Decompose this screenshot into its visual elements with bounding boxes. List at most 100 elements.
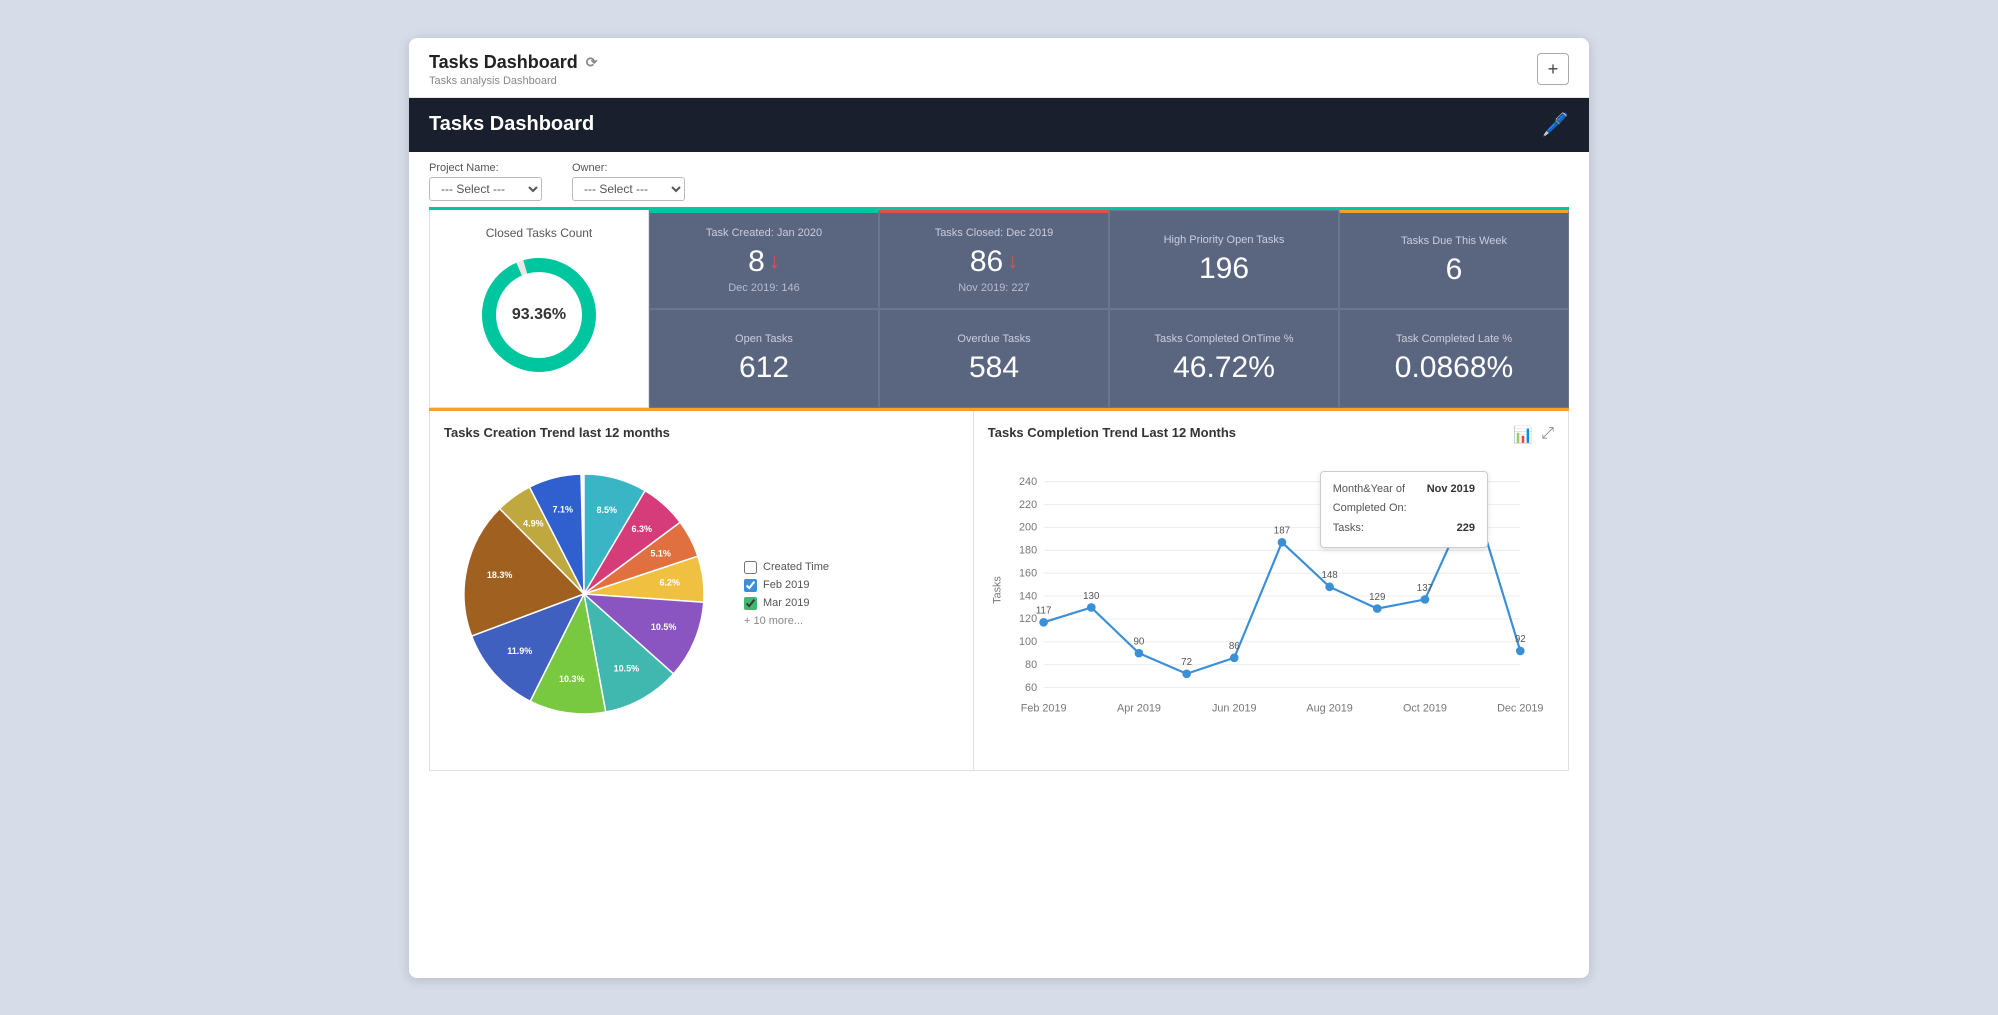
legend-checkbox-2[interactable] [744,597,757,610]
donut-title: Closed Tasks Count [486,226,593,240]
pie-chart-title: Tasks Creation Trend last 12 months [444,425,959,440]
y-label-200: 200 [1019,521,1037,533]
x-label-2: Jun 2019 [1212,702,1257,714]
pie-chart-area: 8.5%6.3%5.1%6.2%10.5%10.5%10.3%11.9%18.3… [444,454,959,734]
tooltip-month-val: Nov 2019 [1427,480,1475,520]
pie-label-9: 4.9% [523,518,544,528]
tooltip-row-1: Month&Year ofCompleted On: Nov 2019 [1333,480,1475,520]
y-label-100: 100 [1019,636,1037,648]
data-dot-2[interactable] [1134,648,1143,657]
data-dot-5[interactable] [1277,537,1286,546]
legend-label-2: Mar 2019 [763,597,809,609]
pie-legend: Created Time Feb 2019 Mar 2019 + 10 more... [744,561,829,627]
header-bar: Tasks Dashboard ⟳ Tasks analysis Dashboa… [409,38,1589,98]
page-subtitle: Tasks analysis Dashboard [429,75,597,87]
kpi-label-3: Tasks Due This Week [1401,235,1507,247]
kpi-card-1: Tasks Closed: Dec 201986↓Nov 2019: 227 [879,210,1109,309]
x-label-5: Dec 2019 [1497,702,1543,714]
top-stats: Closed Tasks Count 93.36% Task Created: … [429,207,1569,408]
pie-label-3: 6.2% [659,577,680,587]
tooltip-tasks-val: 229 [1457,519,1475,539]
kpi-label-4: Open Tasks [735,333,793,345]
project-filter: Project Name: --- Select --- [429,162,542,201]
pie-label-5: 10.5% [614,663,640,673]
kpi-card-2: High Priority Open Tasks 196 [1109,210,1339,309]
x-label-3: Aug 2019 [1306,702,1352,714]
y-label-240: 240 [1019,475,1037,487]
y-label-120: 120 [1019,613,1037,625]
legend-label-1: Feb 2019 [763,579,809,591]
pie-label-6: 10.3% [559,673,585,683]
data-label-7: 129 [1369,591,1385,602]
y-axis-title: Tasks [991,575,1003,603]
legend-checkbox-0[interactable] [744,561,757,574]
filters-row: Project Name: --- Select --- Owner: --- … [409,152,1589,207]
x-label-1: Apr 2019 [1117,702,1161,714]
banner-title: Tasks Dashboard [429,113,594,136]
y-label-80: 80 [1025,658,1037,670]
legend-checkbox-1[interactable] [744,579,757,592]
data-label-10: 92 [1515,634,1526,645]
down-arrow-1: ↓ [1007,249,1018,273]
donut-card: Closed Tasks Count 93.36% [429,210,649,408]
data-dot-3[interactable] [1182,669,1191,678]
expand-icon[interactable]: ⤢ [1541,425,1554,445]
pie-label-2: 5.1% [650,548,671,558]
kpi-value-1: 86↓ [970,245,1018,278]
data-dot-1[interactable] [1087,603,1096,612]
project-name-label: Project Name: [429,162,542,174]
kpi-sub-0: Dec 2019: 146 [728,282,800,294]
kpi-value-5: 584 [969,351,1019,384]
data-dot-4[interactable] [1230,653,1239,662]
kpi-card-4: Open Tasks612 [649,309,879,408]
data-dot-8[interactable] [1420,595,1429,604]
y-label-220: 220 [1019,498,1037,510]
kpi-value-2: 196 [1199,252,1249,285]
data-label-5: 187 [1274,525,1290,536]
data-dot-6[interactable] [1325,582,1334,591]
page-title: Tasks Dashboard ⟳ [429,52,597,73]
bar-chart-icon[interactable]: 📊 [1513,425,1533,445]
pie-section: Tasks Creation Trend last 12 months 8.5%… [429,411,974,771]
tooltip-title-label: Month&Year ofCompleted On: [1333,480,1407,520]
kpi-value-3: 6 [1446,253,1463,286]
kpi-label-6: Tasks Completed OnTime % [1155,333,1294,345]
y-label-60: 60 [1025,681,1037,693]
y-label-160: 160 [1019,567,1037,579]
data-dot-0[interactable] [1039,617,1048,626]
data-label-6: 148 [1321,570,1337,581]
line-section: Tasks Completion Trend Last 12 Months 📊 … [974,411,1569,771]
title-text: Tasks Dashboard [429,52,578,73]
pie-label-10: 7.1% [553,504,574,514]
kpi-label-1: Tasks Closed: Dec 2019 [935,227,1054,239]
data-label-3: 72 [1181,657,1192,668]
donut-percentage: 93.36% [512,306,566,324]
pie-wrapper: 8.5%6.3%5.1%6.2%10.5%10.5%10.3%11.9%18.3… [444,454,724,734]
kpi-grid: Task Created: Jan 20208↓Dec 2019: 146Tas… [649,210,1569,408]
data-dot-7[interactable] [1373,604,1382,613]
pie-label-7: 11.9% [507,646,532,656]
line-chart-title: Tasks Completion Trend Last 12 Months [988,425,1236,440]
kpi-value-6: 46.72% [1173,351,1275,384]
dashboard-card: Tasks Dashboard ⟳ Tasks analysis Dashboa… [409,38,1589,978]
legend-more[interactable]: + 10 more... [744,615,829,627]
owner-filter: Owner: --- Select --- [572,162,685,201]
project-select[interactable]: --- Select --- [429,177,542,201]
bottom-charts: Tasks Creation Trend last 12 months 8.5%… [429,408,1569,771]
line-section-header: Tasks Completion Trend Last 12 Months 📊 … [988,425,1554,454]
legend-item-0: Created Time [744,561,829,574]
data-label-4: 86 [1229,641,1240,652]
kpi-label-5: Overdue Tasks [957,333,1030,345]
dark-banner: Tasks Dashboard 🖊️ [409,98,1589,152]
chart-icons: 📊 ⤢ [1513,425,1554,445]
kpi-card-5: Overdue Tasks 584 [879,309,1109,408]
pie-label-8: 18.3% [487,569,513,579]
kpi-card-3: Tasks Due This Week 6 [1339,210,1569,309]
kpi-label-2: High Priority Open Tasks [1164,234,1285,246]
refresh-icon[interactable]: ⟳ [586,54,598,71]
add-button[interactable]: + [1537,53,1569,85]
kpi-card-7: Task Completed Late %0.0868% [1339,309,1569,408]
header-title-block: Tasks Dashboard ⟳ Tasks analysis Dashboa… [429,52,597,87]
owner-select[interactable]: --- Select --- [572,177,685,201]
data-dot-10[interactable] [1516,646,1525,655]
